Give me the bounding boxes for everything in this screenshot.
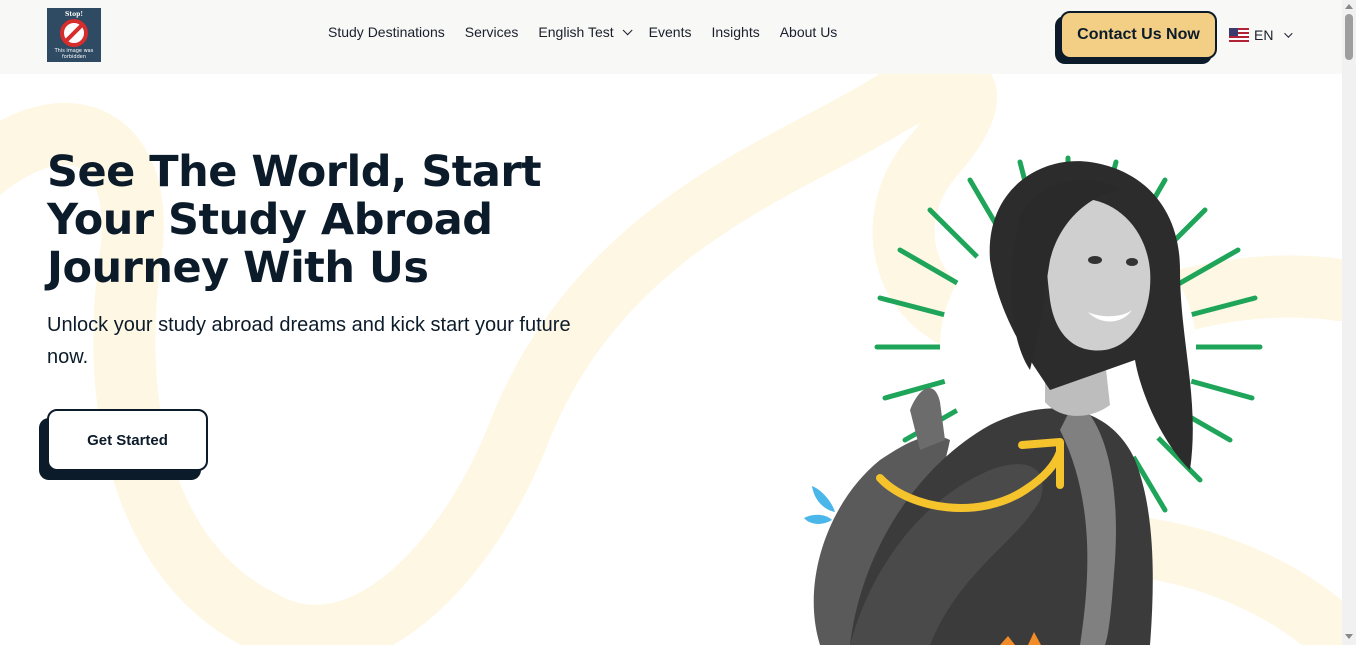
contact-button-wrap: Contact Us Now [1055, 11, 1217, 64]
page-scrollbar[interactable] [1342, 0, 1356, 645]
nav-english-test[interactable]: English Test [538, 24, 633, 40]
language-selector[interactable]: EN [1229, 27, 1294, 43]
nav-label: Services [464, 24, 519, 40]
nav-label: Insights [711, 24, 760, 40]
blue-leaf-icon [804, 486, 835, 524]
nav-label: English Test [538, 24, 614, 40]
chevron-down-icon [1284, 29, 1294, 38]
nav-label: Events [648, 24, 692, 40]
site-logo[interactable]: Stop! This image was forbidden [47, 8, 101, 62]
hero-subtitle: Unlock your study abroad dreams and kick… [47, 314, 571, 368]
scroll-thumb[interactable] [1345, 14, 1353, 60]
nav-label: About Us [779, 24, 838, 40]
forbidden-sign-icon [60, 19, 88, 47]
logo-stop-text: Stop! [65, 11, 83, 18]
site-header: Stop! This image was forbidden Study Des… [0, 0, 1342, 74]
get-started-button[interactable]: Get Started [47, 409, 208, 471]
nav-events[interactable]: Events [649, 24, 692, 40]
contact-us-button[interactable]: Contact Us Now [1060, 11, 1217, 59]
us-flag-icon [1229, 28, 1249, 42]
hero-illustration [804, 155, 1263, 645]
hero-title: See The World, Start Your Study Abroad J… [47, 147, 542, 293]
nav-services[interactable]: Services [465, 24, 519, 40]
nav-about-us[interactable]: About Us [780, 24, 838, 40]
page: Stop! This image was forbidden Study Des… [0, 0, 1342, 645]
nav-insights[interactable]: Insights [711, 24, 759, 40]
nav-label: Study Destinations [328, 24, 445, 40]
scroll-down-arrow-icon[interactable] [1345, 634, 1353, 639]
get-started-wrap: Get Started [39, 409, 209, 481]
nav-study-destinations[interactable]: Study Destinations [328, 24, 445, 40]
main-nav: Study Destinations Services English Test… [328, 24, 857, 40]
language-code: EN [1254, 27, 1274, 43]
chevron-down-icon [622, 24, 633, 35]
scroll-up-arrow-icon[interactable] [1345, 4, 1353, 9]
logo-caption: This image was forbidden [54, 48, 94, 60]
